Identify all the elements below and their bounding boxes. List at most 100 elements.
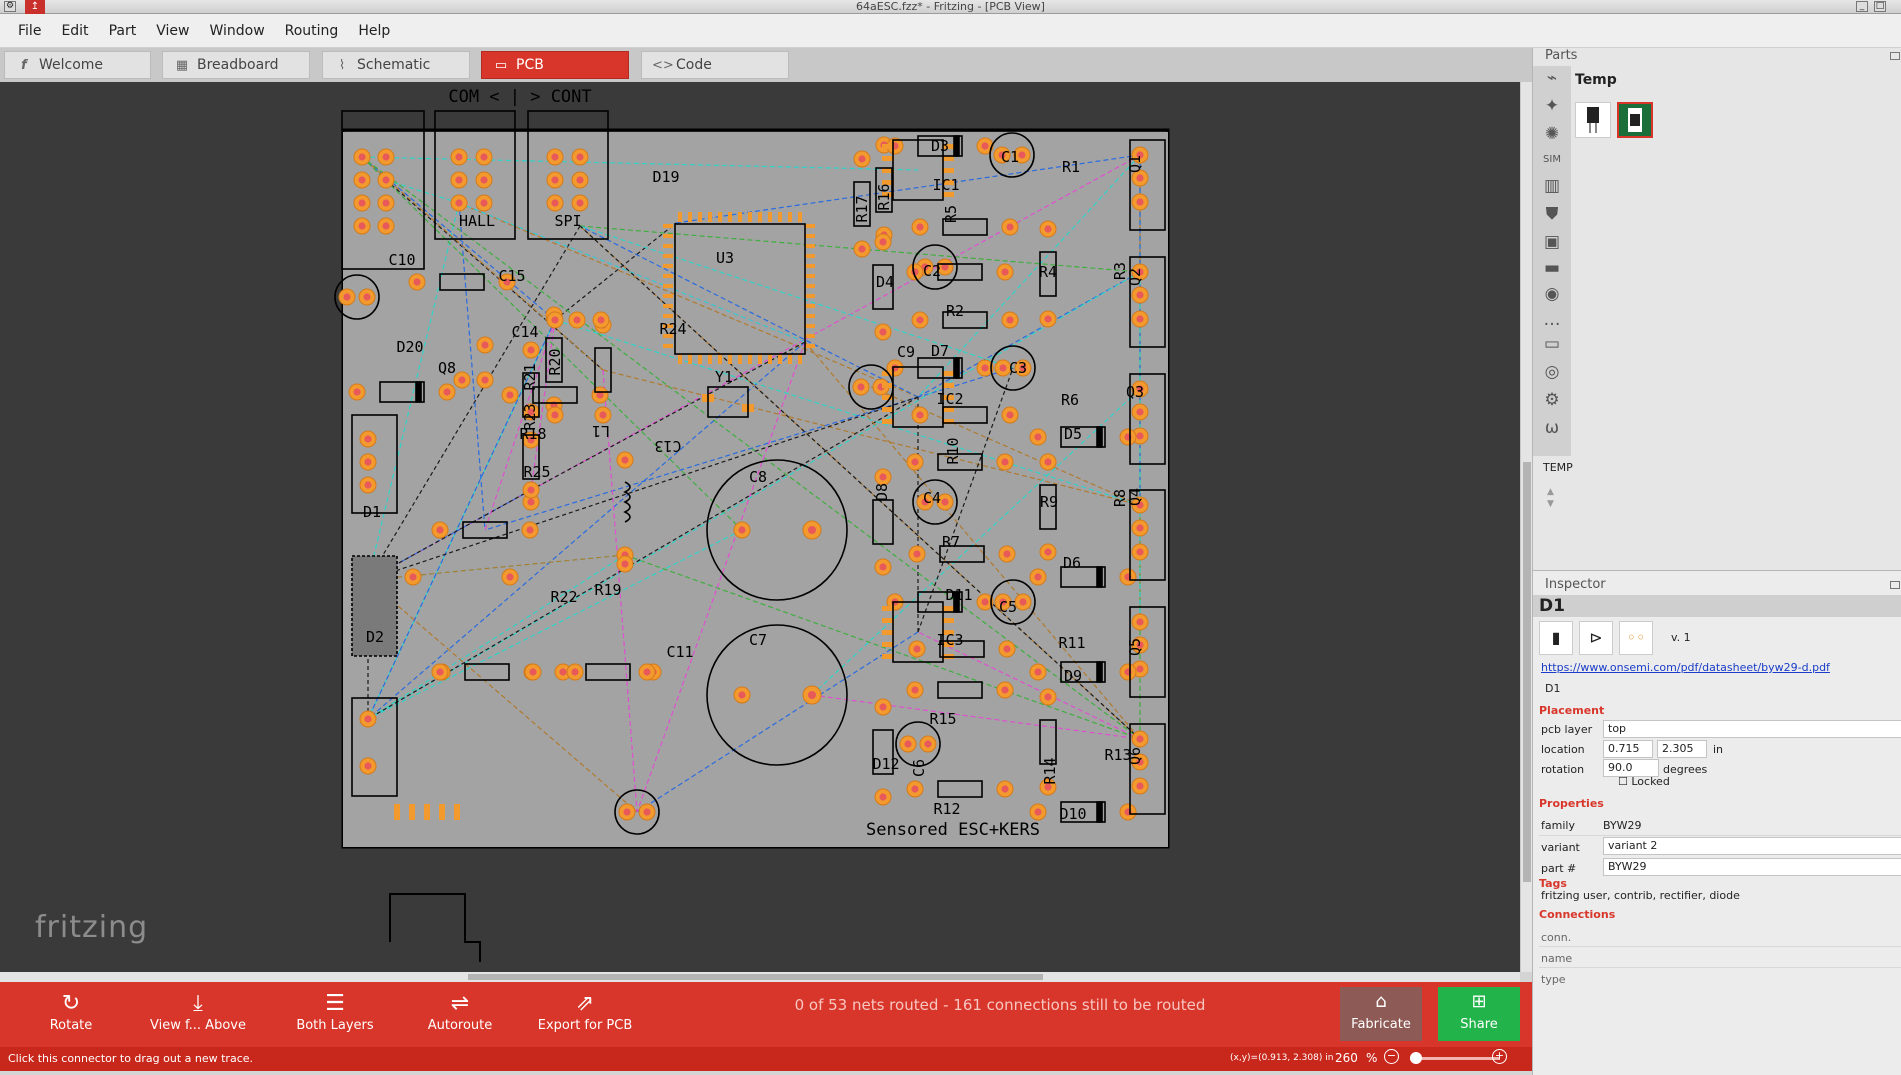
properties-section[interactable]: Properties bbox=[1539, 797, 1604, 810]
pad-hole bbox=[879, 328, 887, 336]
fabricate-icon: ⌂ bbox=[1375, 991, 1387, 1012]
partnum-input[interactable]: BYW29 bbox=[1603, 858, 1901, 876]
bin-sim-icon[interactable]: SIM bbox=[1539, 148, 1565, 172]
datasheet-link[interactable]: https://www.onsemi.com/pdf/datasheet/byw… bbox=[1541, 661, 1830, 674]
export-label: Export for PCB bbox=[537, 1018, 633, 1033]
silk-label-d9: D9 bbox=[1064, 667, 1082, 685]
menu-edit[interactable]: Edit bbox=[51, 23, 98, 39]
smd-pad bbox=[663, 234, 673, 238]
share-button[interactable]: ⊞ Share bbox=[1438, 987, 1520, 1041]
bin-board-icon[interactable]: ▭ bbox=[1539, 332, 1565, 356]
pcb-canvas[interactable]: HALL SPI C10 C15 C14 D20 Q8 R20 R21 R23 R18 R25 R22 R… bbox=[0, 82, 1520, 972]
silk-label-c7: C7 bbox=[749, 631, 767, 649]
location-x-input[interactable]: 0.715 bbox=[1603, 740, 1653, 758]
connections-section[interactable]: Connections bbox=[1539, 908, 1615, 921]
bin-omega-icon[interactable]: ω bbox=[1539, 416, 1565, 440]
pad-hole bbox=[353, 388, 361, 396]
bin-chip-icon[interactable]: ▣ bbox=[1539, 230, 1565, 254]
pcb-layer-select[interactable]: top bbox=[1603, 720, 1901, 738]
location-y-input[interactable]: 2.305 bbox=[1657, 740, 1707, 758]
autoroute-label: Autoroute bbox=[427, 1018, 493, 1033]
placement-section[interactable]: Placement bbox=[1539, 704, 1604, 717]
zoom-slider[interactable] bbox=[1410, 1057, 1500, 1060]
tab-breadboard[interactable]: ▦ Breadboard bbox=[162, 51, 310, 79]
vscroll-thumb[interactable] bbox=[1523, 462, 1531, 882]
menu-part[interactable]: Part bbox=[99, 23, 147, 39]
silk-label-d19: D19 bbox=[652, 168, 679, 186]
pad-hole bbox=[382, 199, 390, 207]
smd-pad bbox=[805, 344, 815, 348]
tab-schematic[interactable]: ⌇ Schematic bbox=[322, 51, 470, 79]
float-inspector-icon[interactable] bbox=[1890, 581, 1900, 589]
silk-label-r5: R5 bbox=[942, 205, 960, 223]
maximize-icon[interactable]: □ bbox=[1874, 1, 1886, 12]
bin-temp-label[interactable]: TEMP bbox=[1543, 461, 1573, 474]
both-layers-button[interactable]: ☰ Both Layers bbox=[292, 990, 378, 1044]
bin-sensor-icon[interactable]: ◉ bbox=[1539, 282, 1565, 306]
bin-more-icon[interactable]: … bbox=[1539, 308, 1565, 332]
smd-pad bbox=[698, 354, 702, 364]
bin-robot-icon[interactable]: ⚙ bbox=[1539, 388, 1565, 412]
silk-label-r2: R2 bbox=[946, 302, 964, 320]
variant-select[interactable]: variant 2 bbox=[1603, 837, 1901, 855]
minimize-icon[interactable]: _ bbox=[1856, 1, 1868, 12]
zoom-out-icon[interactable]: − bbox=[1384, 1049, 1399, 1064]
silk-label-r1: R1 bbox=[1062, 158, 1080, 176]
menu-routing[interactable]: Routing bbox=[275, 23, 349, 39]
pad-hole bbox=[529, 668, 537, 676]
canvas-vertical-scrollbar[interactable] bbox=[1520, 82, 1532, 972]
tab-code[interactable]: <> Code bbox=[641, 51, 789, 79]
fabricate-button[interactable]: ⌂ Fabricate bbox=[1340, 987, 1422, 1041]
part-thumb-to220[interactable] bbox=[1575, 102, 1611, 138]
bin-antenna-icon[interactable]: ◎ bbox=[1539, 360, 1565, 384]
export-for-pcb-button[interactable]: ⇗ Export for PCB bbox=[537, 990, 633, 1044]
part-version: v. 1 bbox=[1671, 631, 1691, 644]
zoom-slider-knob[interactable] bbox=[1410, 1052, 1422, 1064]
part-thumb-selected[interactable] bbox=[1617, 102, 1653, 138]
pad-hole bbox=[1034, 668, 1042, 676]
silk-label-r22: R22 bbox=[550, 588, 577, 606]
menu-view[interactable]: View bbox=[146, 23, 199, 39]
silk-label-d12: D12 bbox=[872, 755, 899, 773]
tab-breadboard-label: Breadboard bbox=[197, 57, 279, 73]
zoom-in-icon[interactable]: + bbox=[1492, 1049, 1507, 1064]
smd-pad bbox=[788, 354, 792, 364]
canvas-horizontal-scrollbar[interactable] bbox=[0, 972, 1520, 982]
pad-hole bbox=[1034, 433, 1042, 441]
hscroll-thumb[interactable] bbox=[468, 974, 1043, 980]
float-panel-icon[interactable] bbox=[1890, 52, 1900, 60]
smd-pad bbox=[805, 324, 815, 328]
fritzing-watermark-logo: fritzing bbox=[35, 910, 149, 945]
bin-gear-icon[interactable]: ✺ bbox=[1539, 122, 1565, 146]
pcb-drawing[interactable]: HALL SPIC10C15C14D20Q8 R20R21R23R18R25R22 R… bbox=[0, 82, 1520, 972]
silk-label-r20: R20 bbox=[546, 348, 564, 375]
zoom-value[interactable]: 260 bbox=[1335, 1051, 1358, 1065]
tab-welcome[interactable]: f Welcome bbox=[4, 51, 151, 79]
pad-hole bbox=[904, 740, 912, 748]
rotate-button[interactable]: ↻ Rotate bbox=[40, 990, 102, 1044]
bin-mine-icon[interactable]: ✦ bbox=[1539, 94, 1565, 118]
smd-pad bbox=[805, 334, 815, 338]
bin-core-icon[interactable]: ⌁ bbox=[1539, 66, 1565, 90]
pad-hole bbox=[382, 153, 390, 161]
schematic-diode-icon: ⊳ bbox=[1579, 621, 1613, 655]
pad-hole bbox=[443, 388, 451, 396]
bin-scroll-arrows-icon[interactable]: ▲ ▼ bbox=[1547, 486, 1554, 510]
bin-arduino-icon[interactable]: ▥ bbox=[1539, 174, 1565, 198]
tab-pcb[interactable]: ▭ PCB bbox=[481, 51, 629, 79]
menu-help[interactable]: Help bbox=[348, 23, 400, 39]
locked-checkbox[interactable]: ☐ Locked bbox=[1618, 775, 1670, 788]
silk-label-c13: C13 bbox=[654, 437, 681, 455]
bin-resistor-icon[interactable]: ▬ bbox=[1539, 256, 1565, 280]
menu-bar: File Edit Part View Window Routing Help bbox=[0, 14, 1901, 48]
family-value: BYW29 bbox=[1603, 819, 1642, 832]
pad-hole bbox=[1136, 735, 1144, 743]
bin-shield-icon[interactable]: ⛊ bbox=[1539, 202, 1565, 226]
autoroute-button[interactable]: ⇌ Autoroute bbox=[422, 990, 498, 1044]
pcb-layer-label: pcb layer bbox=[1541, 723, 1593, 736]
menu-file[interactable]: File bbox=[8, 23, 51, 39]
menu-window[interactable]: Window bbox=[199, 23, 274, 39]
view-from-above-button[interactable]: ⤓ View f... Above bbox=[148, 990, 248, 1044]
smd-pad bbox=[663, 294, 673, 298]
smd-pad bbox=[708, 354, 712, 364]
